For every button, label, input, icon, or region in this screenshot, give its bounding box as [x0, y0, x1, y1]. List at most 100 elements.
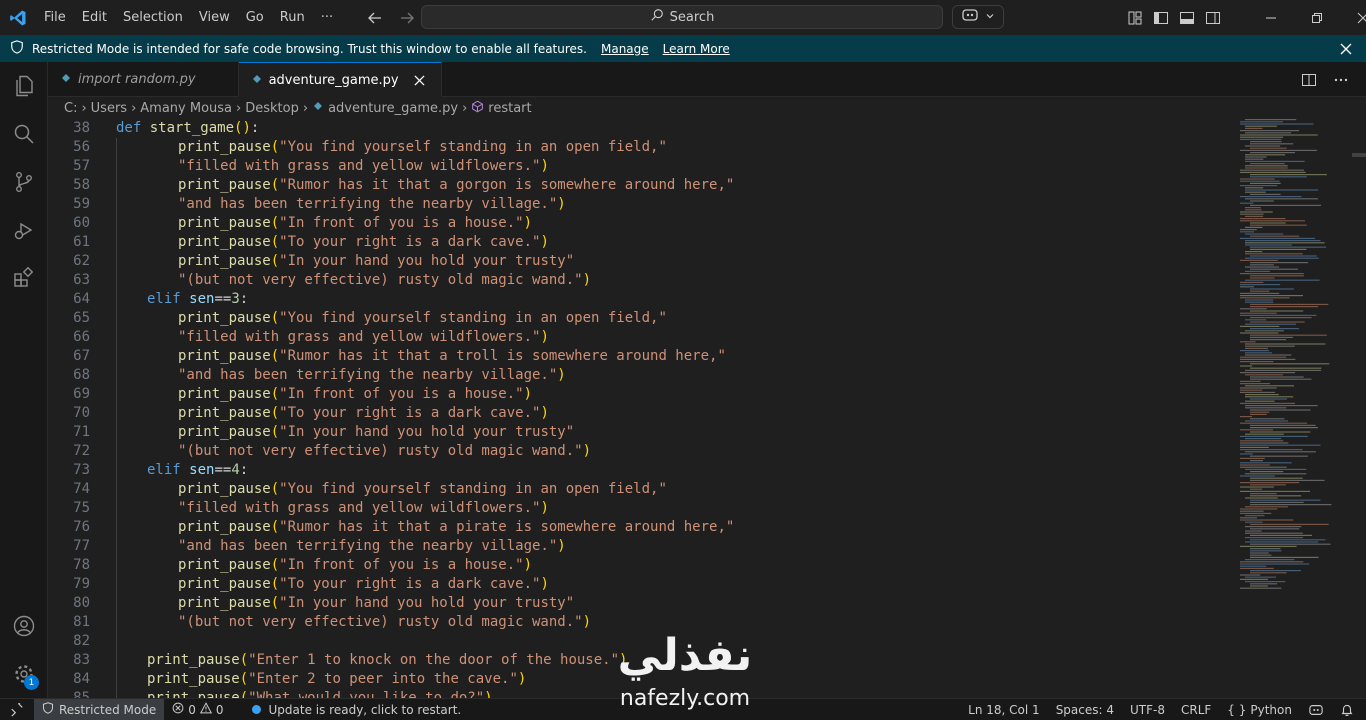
manage-link[interactable]: Manage	[601, 42, 649, 56]
code-line[interactable]: 77 "and has been terrifying the nearby vi…	[48, 537, 1228, 556]
minimap-line	[1240, 383, 1270, 385]
code-line[interactable]: 71 print_pause("In your hand you hold you…	[48, 423, 1228, 442]
indentation[interactable]: Spaces: 4	[1048, 699, 1122, 720]
breadcrumb-desktop[interactable]: Desktop	[245, 101, 299, 116]
minimap-line	[1250, 339, 1287, 341]
toggle-primary-sidebar-icon[interactable]	[1150, 7, 1172, 29]
code-editor[interactable]: 38 def start_game(): 56 print_pause("You fi…	[48, 119, 1366, 698]
code-line[interactable]: 84 print_pause("Enter 2 to peer into the …	[48, 670, 1228, 689]
breadcrumb-drive[interactable]: C:	[64, 101, 77, 116]
menu-go[interactable]: Go	[238, 0, 272, 35]
extensions-icon[interactable]	[0, 254, 48, 302]
vertical-scrollbar[interactable]	[1352, 119, 1366, 698]
code-line[interactable]: 70 print_pause("To your right is a dark c…	[48, 404, 1228, 423]
menu-run[interactable]: Run	[272, 0, 313, 35]
code-line[interactable]: 56 print_pause("You find yourself standin…	[48, 138, 1228, 157]
toggle-panel-icon[interactable]	[1176, 7, 1198, 29]
code-line[interactable]: 85 print_pause("What would you like to do…	[48, 689, 1228, 698]
code-token: )	[540, 576, 549, 592]
code-line[interactable]: 74 print_pause("You find yourself standin…	[48, 480, 1228, 499]
accounts-icon[interactable]	[0, 602, 48, 650]
update-status[interactable]: Update is ready, click to restart.	[244, 699, 470, 720]
command-center-search[interactable]: Search	[421, 5, 943, 29]
code-line[interactable]: 82	[48, 632, 1228, 651]
breadcrumb-users[interactable]: Users	[91, 101, 127, 116]
code-line[interactable]: 57 "filled with grass and yellow wildflow…	[48, 157, 1228, 176]
code-line[interactable]: 61 print_pause("To your right is a dark c…	[48, 233, 1228, 252]
tab-import-random[interactable]: import random.py	[48, 62, 239, 97]
breadcrumb-user[interactable]: Amany Mousa	[140, 101, 232, 116]
customize-layout-icon[interactable]	[1124, 7, 1146, 29]
minimap-line	[1250, 303, 1329, 305]
cursor-position[interactable]: Ln 18, Col 1	[960, 699, 1048, 720]
explorer-icon[interactable]	[0, 62, 48, 110]
copilot-button[interactable]	[952, 5, 1004, 29]
learn-more-link[interactable]: Learn More	[663, 42, 730, 56]
code-line[interactable]: 66 "filled with grass and yellow wildflow…	[48, 328, 1228, 347]
toggle-secondary-sidebar-icon[interactable]	[1202, 7, 1224, 29]
scrollbar-thumb[interactable]	[1352, 153, 1366, 157]
menu-file[interactable]: File	[36, 0, 74, 35]
forward-arrow-icon[interactable]	[396, 7, 418, 29]
code-line[interactable]: 78 print_pause("In front of you is a hous…	[48, 556, 1228, 575]
code-line[interactable]: 64 elif sen==3:	[48, 290, 1228, 309]
minimap-line	[1240, 508, 1278, 510]
minimap-line	[1250, 176, 1307, 178]
minimap-line	[1250, 193, 1281, 195]
code-line[interactable]: 79 print_pause("To your right is a dark c…	[48, 575, 1228, 594]
code-line[interactable]: 80 print_pause("In your hand you hold you…	[48, 594, 1228, 613]
copilot-status-icon[interactable]	[1300, 699, 1332, 720]
code-line[interactable]: 69 print_pause("In front of you is a hous…	[48, 385, 1228, 404]
code-line[interactable]: 63 "(but not very effective) rusty old ma…	[48, 271, 1228, 290]
code-line[interactable]: 62 print_pause("In your hand you hold you…	[48, 252, 1228, 271]
restore-icon[interactable]	[1294, 0, 1340, 35]
menu-edit[interactable]: Edit	[74, 0, 115, 35]
end-of-line[interactable]: CRLF	[1173, 699, 1219, 720]
menu-more[interactable]: ···	[313, 0, 341, 35]
minimap-line	[1245, 343, 1326, 345]
code-line[interactable]: 60 print_pause("In front of you is a hous…	[48, 214, 1228, 233]
minimize-icon[interactable]	[1248, 0, 1294, 35]
code-line[interactable]: 38 def start_game():	[48, 119, 1228, 138]
breadcrumb-file[interactable]: adventure_game.py	[312, 100, 458, 116]
code-lines[interactable]: 38 def start_game(): 56 print_pause("You fi…	[48, 119, 1228, 698]
back-arrow-icon[interactable]	[364, 7, 386, 29]
code-line[interactable]: 67 print_pause("Rumor has it that a troll…	[48, 347, 1228, 366]
code-line[interactable]: 75 "filled with grass and yellow wildflow…	[48, 499, 1228, 518]
code-line[interactable]: 76 print_pause("Rumor has it that a pirat…	[48, 518, 1228, 537]
code-line[interactable]: 65 print_pause("You find yourself standin…	[48, 309, 1228, 328]
tab-adventure-game[interactable]: adventure_game.py	[238, 62, 442, 98]
code-line[interactable]: 83 print_pause("Enter 1 to knock on the d…	[48, 651, 1228, 670]
code-line[interactable]: 68 "and has been terrifying the nearby vi…	[48, 366, 1228, 385]
close-tab-icon[interactable]	[411, 72, 429, 90]
problems-status[interactable]: 0 0	[164, 699, 231, 720]
code-token: "(but not very effective) rusty old magi…	[178, 272, 583, 288]
code-line[interactable]: 58 print_pause("Rumor has it that a gorgo…	[48, 176, 1228, 195]
split-editor-icon[interactable]	[1298, 69, 1320, 91]
remote-indicator-icon[interactable]	[0, 698, 34, 720]
code-line[interactable]: 73 elif sen==4:	[48, 461, 1228, 480]
close-icon[interactable]	[1336, 39, 1356, 59]
minimap[interactable]	[1238, 119, 1358, 698]
close-window-icon[interactable]	[1340, 0, 1366, 35]
notifications-bell-icon[interactable]	[1332, 699, 1366, 720]
manage-gear-icon[interactable]: 1	[0, 650, 48, 698]
minimap-line	[1240, 202, 1254, 204]
code-line[interactable]: 72 "(but not very effective) rusty old ma…	[48, 442, 1228, 461]
search-view-icon[interactable]	[0, 110, 48, 158]
language-mode[interactable]: { } Python	[1219, 699, 1300, 720]
source-control-icon[interactable]	[0, 158, 48, 206]
breadcrumb-symbol[interactable]: restart	[471, 100, 532, 117]
code-token: (	[270, 139, 280, 155]
run-debug-icon[interactable]	[0, 206, 48, 254]
menu-view[interactable]: View	[191, 0, 238, 35]
code-line[interactable]: 59 "and has been terrifying the nearby vi…	[48, 195, 1228, 214]
minimap-line	[1240, 574, 1261, 576]
code-token: )	[557, 367, 566, 383]
code-token: (	[270, 424, 280, 440]
more-actions-icon[interactable]	[1330, 69, 1352, 91]
menu-selection[interactable]: Selection	[115, 0, 191, 35]
code-line[interactable]: 81 "(but not very effective) rusty old ma…	[48, 613, 1228, 632]
encoding[interactable]: UTF-8	[1122, 699, 1173, 720]
restricted-mode-status[interactable]: Restricted Mode	[34, 698, 165, 720]
